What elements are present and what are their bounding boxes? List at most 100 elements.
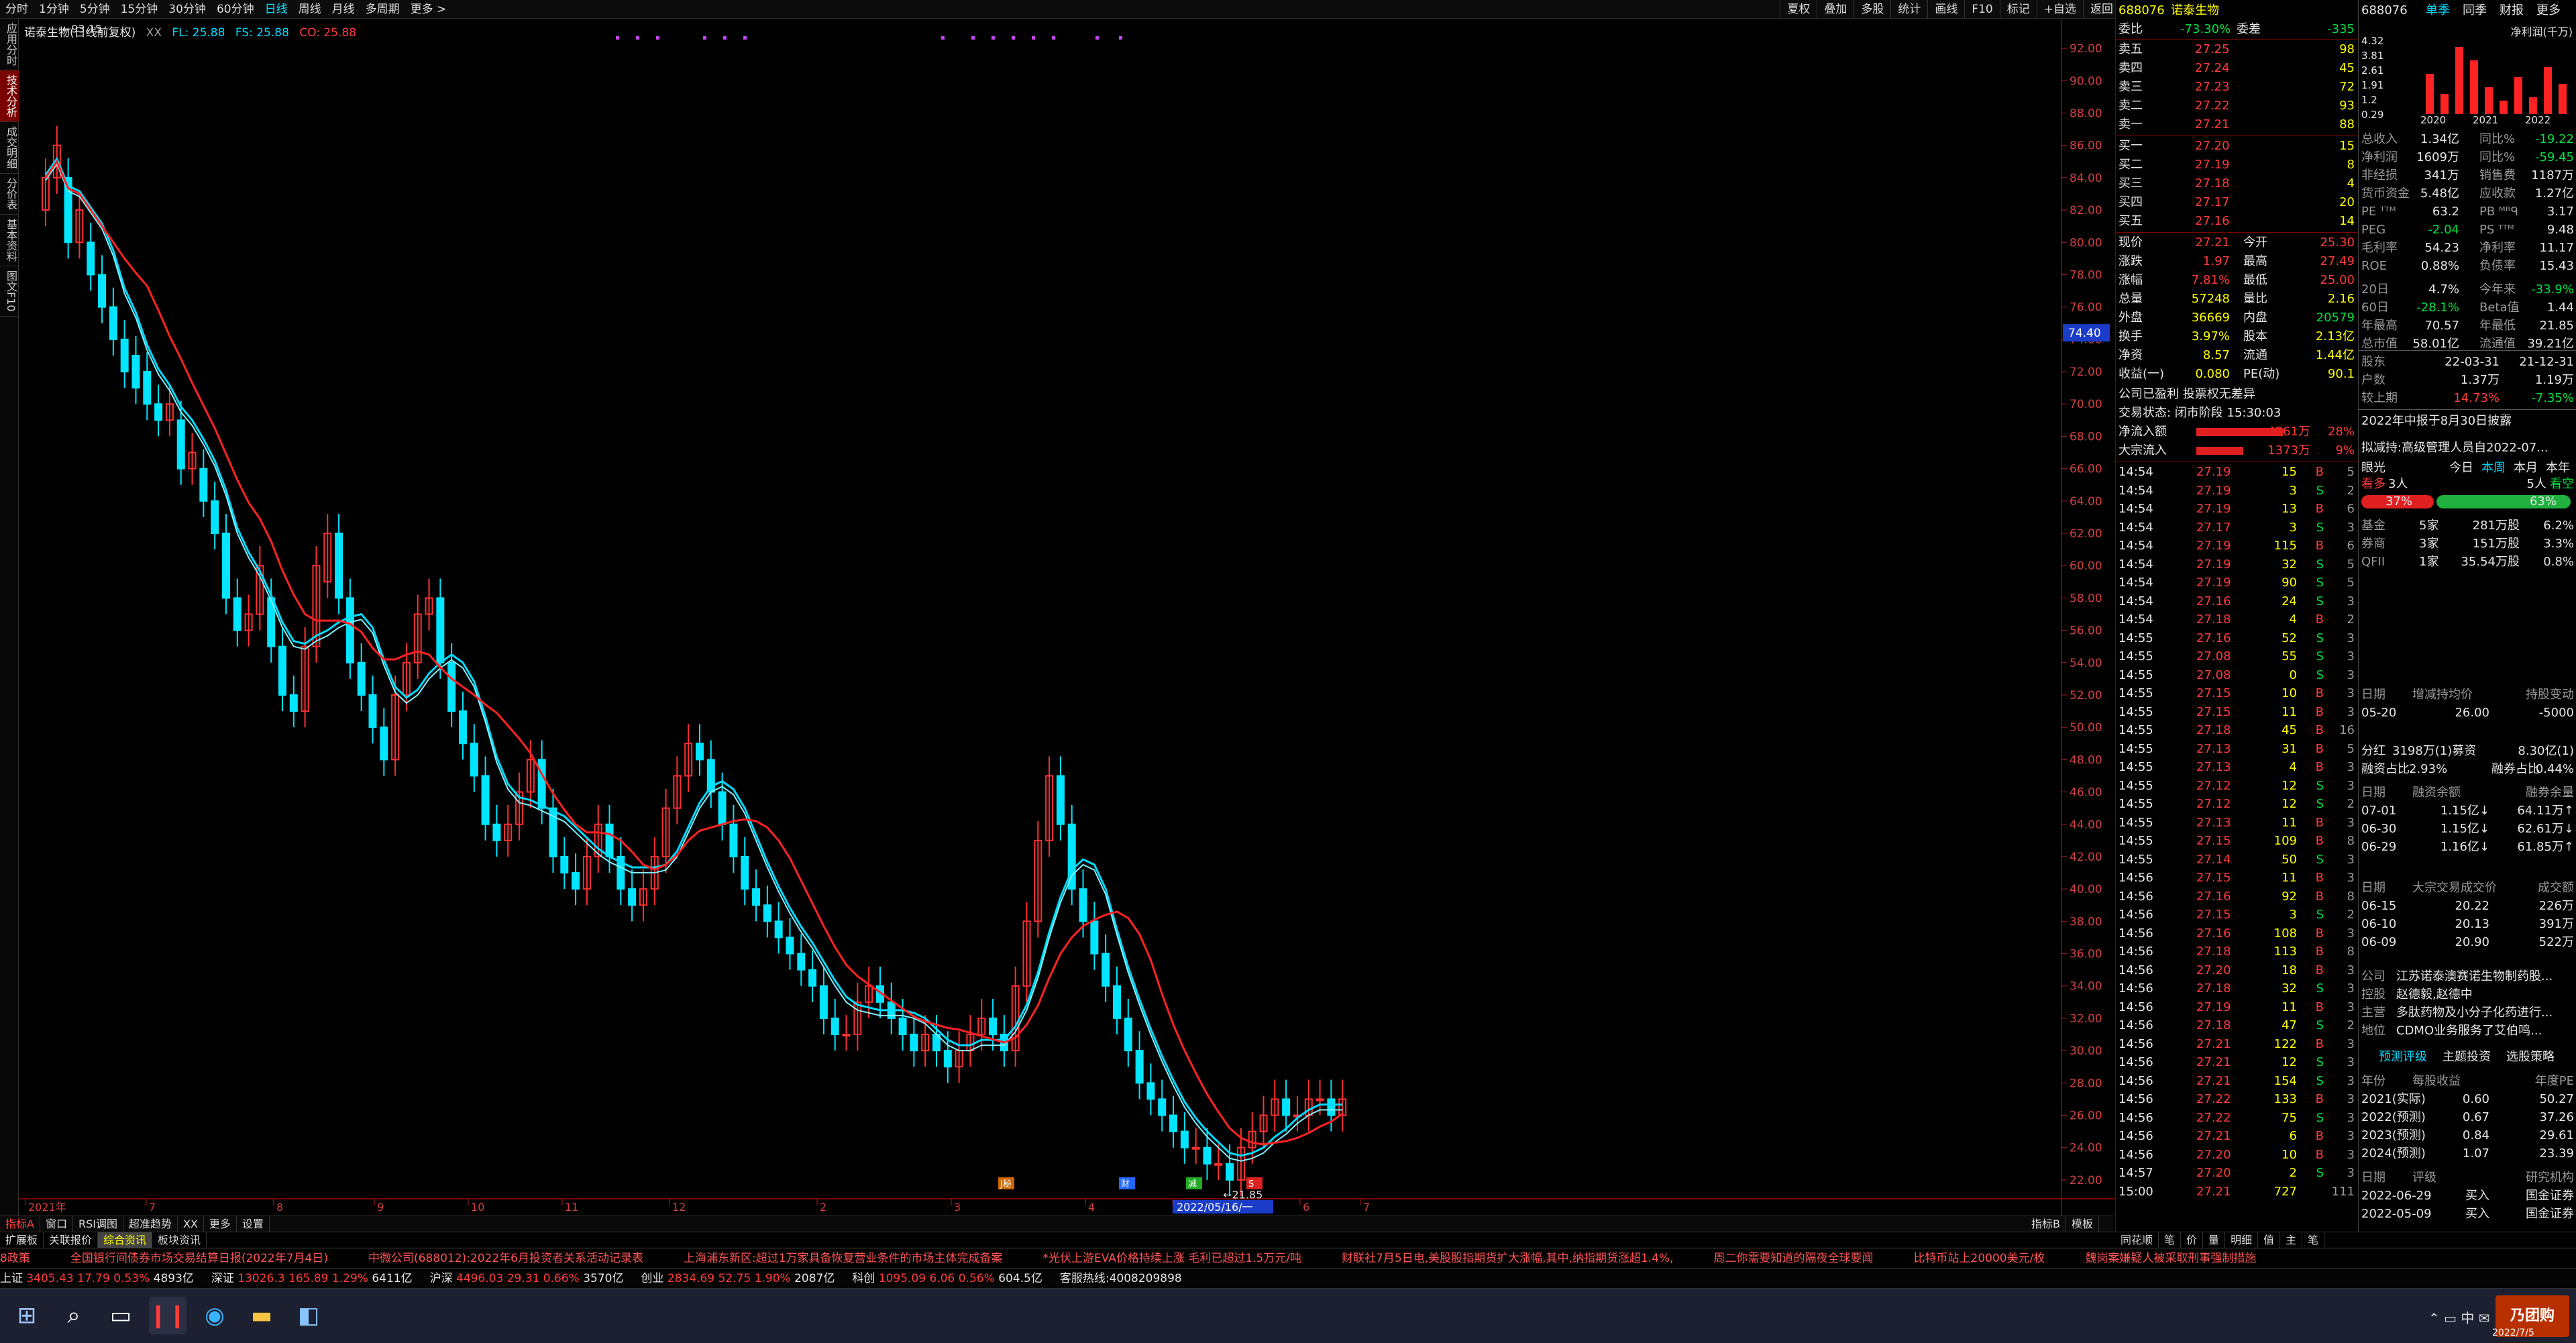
news-item[interactable]: 全国银行间债券市场交易结算日报(2022年7月4日) — [70, 1248, 328, 1268]
index-item[interactable]: 创业 2834.69 52.75 1.90% 2087亿 — [641, 1269, 835, 1288]
forecast-tab[interactable]: 主题投资 — [2443, 1048, 2491, 1066]
period-tab[interactable]: 更多 > — [405, 0, 452, 19]
extension-tab[interactable]: 板块资讯 — [152, 1232, 207, 1248]
date-tick-label: 10 — [471, 1201, 484, 1214]
side-tab[interactable]: 更多 — [2536, 1, 2561, 19]
indicator-tab-right[interactable]: 模板 — [2066, 1216, 2099, 1232]
left-tab[interactable]: 图文F10 — [0, 266, 19, 317]
trading-app-icon[interactable]: ❙❙ — [149, 1297, 187, 1334]
index-item[interactable]: 科创 1095.09 6.06 0.56% 604.5亿 — [852, 1269, 1042, 1288]
toolbar-button[interactable]: 叠加 — [1817, 0, 1854, 19]
period-tab[interactable]: 30分钟 — [163, 0, 211, 19]
toolbar-button[interactable]: 多股 — [1854, 0, 1890, 19]
quote-bottom-tab[interactable]: 值 — [2258, 1232, 2281, 1248]
index-item[interactable]: 上证 3405.43 17.79 0.53% 4893亿 — [0, 1269, 194, 1288]
news-item[interactable]: 财联社7月5日电,美股股指期货扩大涨幅,其中,纳指期货涨超1.4%, — [1342, 1248, 1673, 1268]
news-item[interactable]: 8政策 — [0, 1248, 30, 1268]
news-item[interactable]: 魏岗案嫌疑人被采取刑事强制措施 — [2085, 1248, 2256, 1268]
quote-bottom-tab[interactable]: 明细 — [2225, 1232, 2259, 1248]
toolbar-button[interactable]: +自选 — [2036, 0, 2083, 19]
candlestick-chart[interactable]: 92.00 90.00 88.00 86.00 84.00 82.00 80.00 78.00… — [19, 19, 2115, 1216]
search-icon[interactable]: ⌕ — [55, 1297, 93, 1334]
tick-count: 3 — [2347, 760, 2355, 774]
news-item[interactable]: 上海浦东新区:超过1万家具备恢复营业条件的市场主体完成备案 — [684, 1248, 1003, 1268]
quote-bottom-tab[interactable]: 笔 — [2302, 1232, 2325, 1248]
extension-tab[interactable]: 综合资讯 — [98, 1232, 153, 1248]
app-icon[interactable]: ◧ — [290, 1297, 327, 1334]
period-tab[interactable]: 周线 — [293, 0, 327, 19]
news-item[interactable]: 比特币站上20000美元/枚 — [1914, 1248, 2045, 1268]
tick-volume: 92 — [2282, 889, 2297, 904]
profit-year: 2022 — [2525, 114, 2551, 126]
toolbar-button[interactable]: F10 — [1964, 0, 1999, 19]
profit-bar-chart: 净利润(千万) 4.32 3.81 2.61 1.91 1.2 0.29 2020 2021 20… — [2359, 20, 2576, 127]
indicator-tab[interactable]: 超准趋势 — [123, 1216, 178, 1232]
indicator-tab[interactable]: 指标A — [0, 1216, 40, 1232]
signal-marker — [723, 36, 727, 40]
toolbar-button[interactable]: 返回 — [2083, 0, 2120, 19]
weibi-value: -73.30% — [2180, 22, 2231, 36]
file-explorer-icon[interactable]: ▬ — [243, 1297, 280, 1334]
task-view-icon[interactable]: ▭ — [102, 1297, 140, 1334]
index-item[interactable]: 深证 13026.3 165.89 1.29% 6411亿 — [211, 1269, 413, 1288]
view-tab[interactable]: 本周 — [2481, 459, 2506, 477]
candle-body — [1203, 1146, 1212, 1165]
indicator-tab[interactable]: 窗口 — [40, 1216, 73, 1232]
period-tab[interactable]: 月线 — [327, 0, 360, 19]
toolbar-button[interactable]: 夏权 — [1780, 0, 1817, 19]
block-table-cell: 226万 — [2538, 899, 2574, 913]
left-tab[interactable]: 应用分时 — [0, 19, 19, 70]
tick-time: 14:55 — [2118, 778, 2153, 793]
indicator-tab-right[interactable]: 指标B — [2026, 1216, 2066, 1232]
quote-bottom-tab[interactable]: 笔 — [2159, 1232, 2182, 1248]
tick-price: 27.16 — [2196, 889, 2231, 904]
quote-bottom-tab[interactable]: 同花顺 — [2115, 1232, 2159, 1248]
toolbar-button[interactable]: 统计 — [1890, 0, 1927, 19]
side-tab[interactable]: 同季 — [2463, 1, 2487, 19]
fin-row: 毛利率 54.23 净利率 11.17 — [2359, 239, 2576, 257]
news-item[interactable]: 中微公司(688012):2022年6月投资者关系活动记录表 — [368, 1248, 643, 1268]
stat-value: 0.080 — [2195, 367, 2230, 381]
left-tab[interactable]: 基本资料 — [0, 215, 19, 266]
side-tab[interactable]: 单季 — [2426, 1, 2450, 19]
quote-bottom-tab[interactable]: 量 — [2203, 1232, 2226, 1248]
tick-volume: 12 — [2282, 1055, 2297, 1069]
view-tab[interactable]: 本月 — [2514, 459, 2538, 477]
period-tab[interactable]: 60分钟 — [211, 0, 260, 19]
toolbar-button[interactable]: 画线 — [1927, 0, 1964, 19]
period-tab[interactable]: 1分钟 — [34, 0, 74, 19]
tick-side: B — [2315, 1129, 2324, 1143]
signal-marker — [941, 36, 945, 40]
left-tab[interactable]: 分价表 — [0, 174, 19, 215]
edge-browser-icon[interactable]: ◉ — [196, 1297, 233, 1334]
windows-start-icon[interactable]: ⊞ — [8, 1297, 46, 1334]
quote-bottom-tab[interactable]: 主 — [2280, 1232, 2303, 1248]
quote-bottom-tab[interactable]: 价 — [2181, 1232, 2204, 1248]
side-tab[interactable]: 财报 — [2500, 1, 2524, 19]
index-item[interactable]: 沪深 4496.03 29.31 0.66% 3570亿 — [430, 1269, 624, 1288]
news-item[interactable]: *光伏上游EVA价格持续上涨 毛利已超过1.5万元/吨 — [1043, 1248, 1302, 1268]
period-tab[interactable]: 15分钟 — [115, 0, 164, 19]
indicator-tab[interactable]: XX — [178, 1216, 204, 1232]
indicator-tab[interactable]: RSI调图 — [73, 1216, 123, 1232]
profit-bar — [2485, 87, 2493, 114]
news-ticker[interactable]: 8政策 全国银行间债券市场交易结算日报(2022年7月4日) 中微公司(688012… — [0, 1248, 2576, 1268]
indicator-tab[interactable]: 更多 — [204, 1216, 237, 1232]
period-tab[interactable]: 分时 — [0, 0, 34, 19]
index-name: 深证 — [211, 1272, 234, 1285]
indicator-tab[interactable]: 设置 — [237, 1216, 270, 1232]
toolbar-button[interactable]: 标记 — [1999, 0, 2037, 19]
view-tab[interactable]: 今日 — [2449, 459, 2473, 477]
news-item[interactable]: 周二你需要知道的隔夜全球要闻 — [1714, 1248, 1874, 1268]
left-tab[interactable]: 技术分析 — [0, 70, 19, 122]
view-tab[interactable]: 本年 — [2546, 459, 2570, 477]
forecast-tab[interactable]: 预测评级 — [2379, 1048, 2427, 1066]
extension-tab[interactable]: 扩展板 — [0, 1232, 44, 1248]
forecast-tab[interactable]: 选股策略 — [2506, 1048, 2555, 1066]
period-tab[interactable]: 日线 — [260, 0, 293, 19]
period-tab[interactable]: 5分钟 — [74, 0, 115, 19]
left-tab[interactable]: 成交明细 — [0, 122, 19, 174]
system-tray[interactable]: ⌃ ▭ 中 ✉ — [2428, 1307, 2489, 1327]
period-tab[interactable]: 多周期 — [360, 0, 405, 19]
extension-tab[interactable]: 关联报价 — [44, 1232, 99, 1248]
